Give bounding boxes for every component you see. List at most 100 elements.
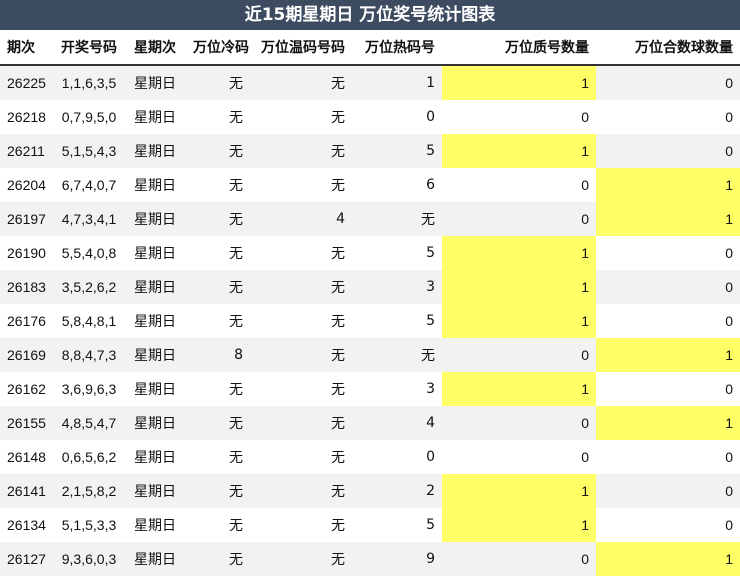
cell-hot: 4: [352, 406, 442, 440]
cell-warm: 无: [250, 304, 352, 338]
cell-numbers: 3,5,2,6,2: [54, 270, 124, 304]
table-row: 26141 2,1,5,8,2 星期日无无 2 1 0: [0, 474, 740, 508]
cell-issue: 26218: [0, 100, 54, 134]
cell-numbers: 5,1,5,3,3: [54, 508, 124, 542]
cell-issue: 26211: [0, 134, 54, 168]
cell-cold: 无: [186, 202, 250, 236]
cell-cold: 无: [186, 134, 250, 168]
cell-composite: 0: [596, 270, 740, 304]
cell-numbers: 4,8,5,4,7: [54, 406, 124, 440]
cell-hot: 0: [352, 100, 442, 134]
header-row: 期次 开奖号码 星期次 万位冷码 万位温码号码 万位热码号 万位质号数量 万位合…: [0, 30, 740, 66]
cell-numbers: 8,8,4,7,3: [54, 338, 124, 372]
cell-weekday: 星期日: [124, 202, 186, 236]
cell-prime: 1: [442, 134, 596, 168]
cell-numbers: 1,1,6,3,5: [54, 65, 124, 100]
cell-cold: 无: [186, 508, 250, 542]
cell-warm: 无: [250, 338, 352, 372]
cell-composite: 0: [596, 134, 740, 168]
cell-composite: 0: [596, 474, 740, 508]
cell-composite: 1: [596, 406, 740, 440]
cell-warm: 无: [250, 270, 352, 304]
header-composite: 万位合数球数量: [596, 30, 740, 66]
cell-cold: 无: [186, 440, 250, 474]
table-row: 26169 8,8,4,7,3 星期日 8 无无 0 1: [0, 338, 740, 372]
table-body: 26225 1,1,6,3,5 星期日无无 1 1 0 26218 0,7,9,5,0 星期日无…: [0, 65, 740, 576]
header-numbers: 开奖号码: [54, 30, 124, 66]
cell-warm: 无: [250, 508, 352, 542]
cell-prime: 1: [442, 65, 596, 100]
cell-weekday: 星期日: [124, 542, 186, 576]
cell-composite: 0: [596, 372, 740, 406]
cell-hot: 3: [352, 270, 442, 304]
cell-issue: 26197: [0, 202, 54, 236]
cell-cold: 无: [186, 474, 250, 508]
cell-warm: 无: [250, 134, 352, 168]
cell-hot: 5: [352, 304, 442, 338]
cell-issue: 26141: [0, 474, 54, 508]
cell-warm: 无: [250, 542, 352, 576]
cell-numbers: 0,7,9,5,0: [54, 100, 124, 134]
cell-cold: 无: [186, 542, 250, 576]
cell-weekday: 星期日: [124, 440, 186, 474]
cell-weekday: 星期日: [124, 406, 186, 440]
cell-issue: 26169: [0, 338, 54, 372]
table-row: 26197 4,7,3,4,1 星期日无 4 无 0 1: [0, 202, 740, 236]
table-row: 26127 9,3,6,0,3 星期日无无 9 0 1: [0, 542, 740, 576]
cell-prime: 0: [442, 440, 596, 474]
cell-issue: 26183: [0, 270, 54, 304]
cell-hot: 9: [352, 542, 442, 576]
cell-warm: 无: [250, 440, 352, 474]
cell-warm: 无: [250, 474, 352, 508]
cell-numbers: 5,1,5,4,3: [54, 134, 124, 168]
cell-numbers: 2,1,5,8,2: [54, 474, 124, 508]
header-hot: 万位热码号: [352, 30, 442, 66]
cell-cold: 无: [186, 100, 250, 134]
cell-numbers: 6,7,4,0,7: [54, 168, 124, 202]
table-row: 26134 5,1,5,3,3 星期日无无 5 1 0: [0, 508, 740, 542]
cell-weekday: 星期日: [124, 236, 186, 270]
cell-issue: 26162: [0, 372, 54, 406]
cell-prime: 1: [442, 508, 596, 542]
table-row: 26176 5,8,4,8,1 星期日无无 5 1 0: [0, 304, 740, 338]
cell-hot: 6: [352, 168, 442, 202]
table-row: 26183 3,5,2,6,2 星期日无无 3 1 0: [0, 270, 740, 304]
header-warm: 万位温码号码: [250, 30, 352, 66]
cell-prime: 1: [442, 474, 596, 508]
cell-cold: 无: [186, 270, 250, 304]
cell-warm: 无: [250, 100, 352, 134]
cell-weekday: 星期日: [124, 372, 186, 406]
header-prime: 万位质号数量: [442, 30, 596, 66]
cell-composite: 0: [596, 236, 740, 270]
cell-weekday: 星期日: [124, 474, 186, 508]
cell-hot: 3: [352, 372, 442, 406]
cell-prime: 0: [442, 100, 596, 134]
cell-issue: 26134: [0, 508, 54, 542]
cell-weekday: 星期日: [124, 508, 186, 542]
cell-numbers: 5,8,4,8,1: [54, 304, 124, 338]
cell-hot: 无: [352, 338, 442, 372]
cell-prime: 0: [442, 338, 596, 372]
cell-prime: 1: [442, 304, 596, 338]
cell-weekday: 星期日: [124, 338, 186, 372]
cell-numbers: 3,6,9,6,3: [54, 372, 124, 406]
header-weekday: 星期次: [124, 30, 186, 66]
table-row: 26204 6,7,4,0,7 星期日无无 6 0 1: [0, 168, 740, 202]
cell-composite: 1: [596, 202, 740, 236]
cell-hot: 5: [352, 236, 442, 270]
cell-composite: 1: [596, 338, 740, 372]
table-row: 26218 0,7,9,5,0 星期日无无 0 0 0: [0, 100, 740, 134]
cell-composite: 1: [596, 168, 740, 202]
cell-issue: 26190: [0, 236, 54, 270]
cell-weekday: 星期日: [124, 134, 186, 168]
table-row: 26162 3,6,9,6,3 星期日无无 3 1 0: [0, 372, 740, 406]
cell-prime: 1: [442, 236, 596, 270]
page-title: 近15期星期日 万位奖号统计图表: [0, 0, 740, 30]
cell-hot: 5: [352, 508, 442, 542]
cell-issue: 26225: [0, 65, 54, 100]
cell-weekday: 星期日: [124, 100, 186, 134]
header-cold: 万位冷码: [186, 30, 250, 66]
cell-weekday: 星期日: [124, 304, 186, 338]
cell-prime: 0: [442, 202, 596, 236]
cell-issue: 26155: [0, 406, 54, 440]
